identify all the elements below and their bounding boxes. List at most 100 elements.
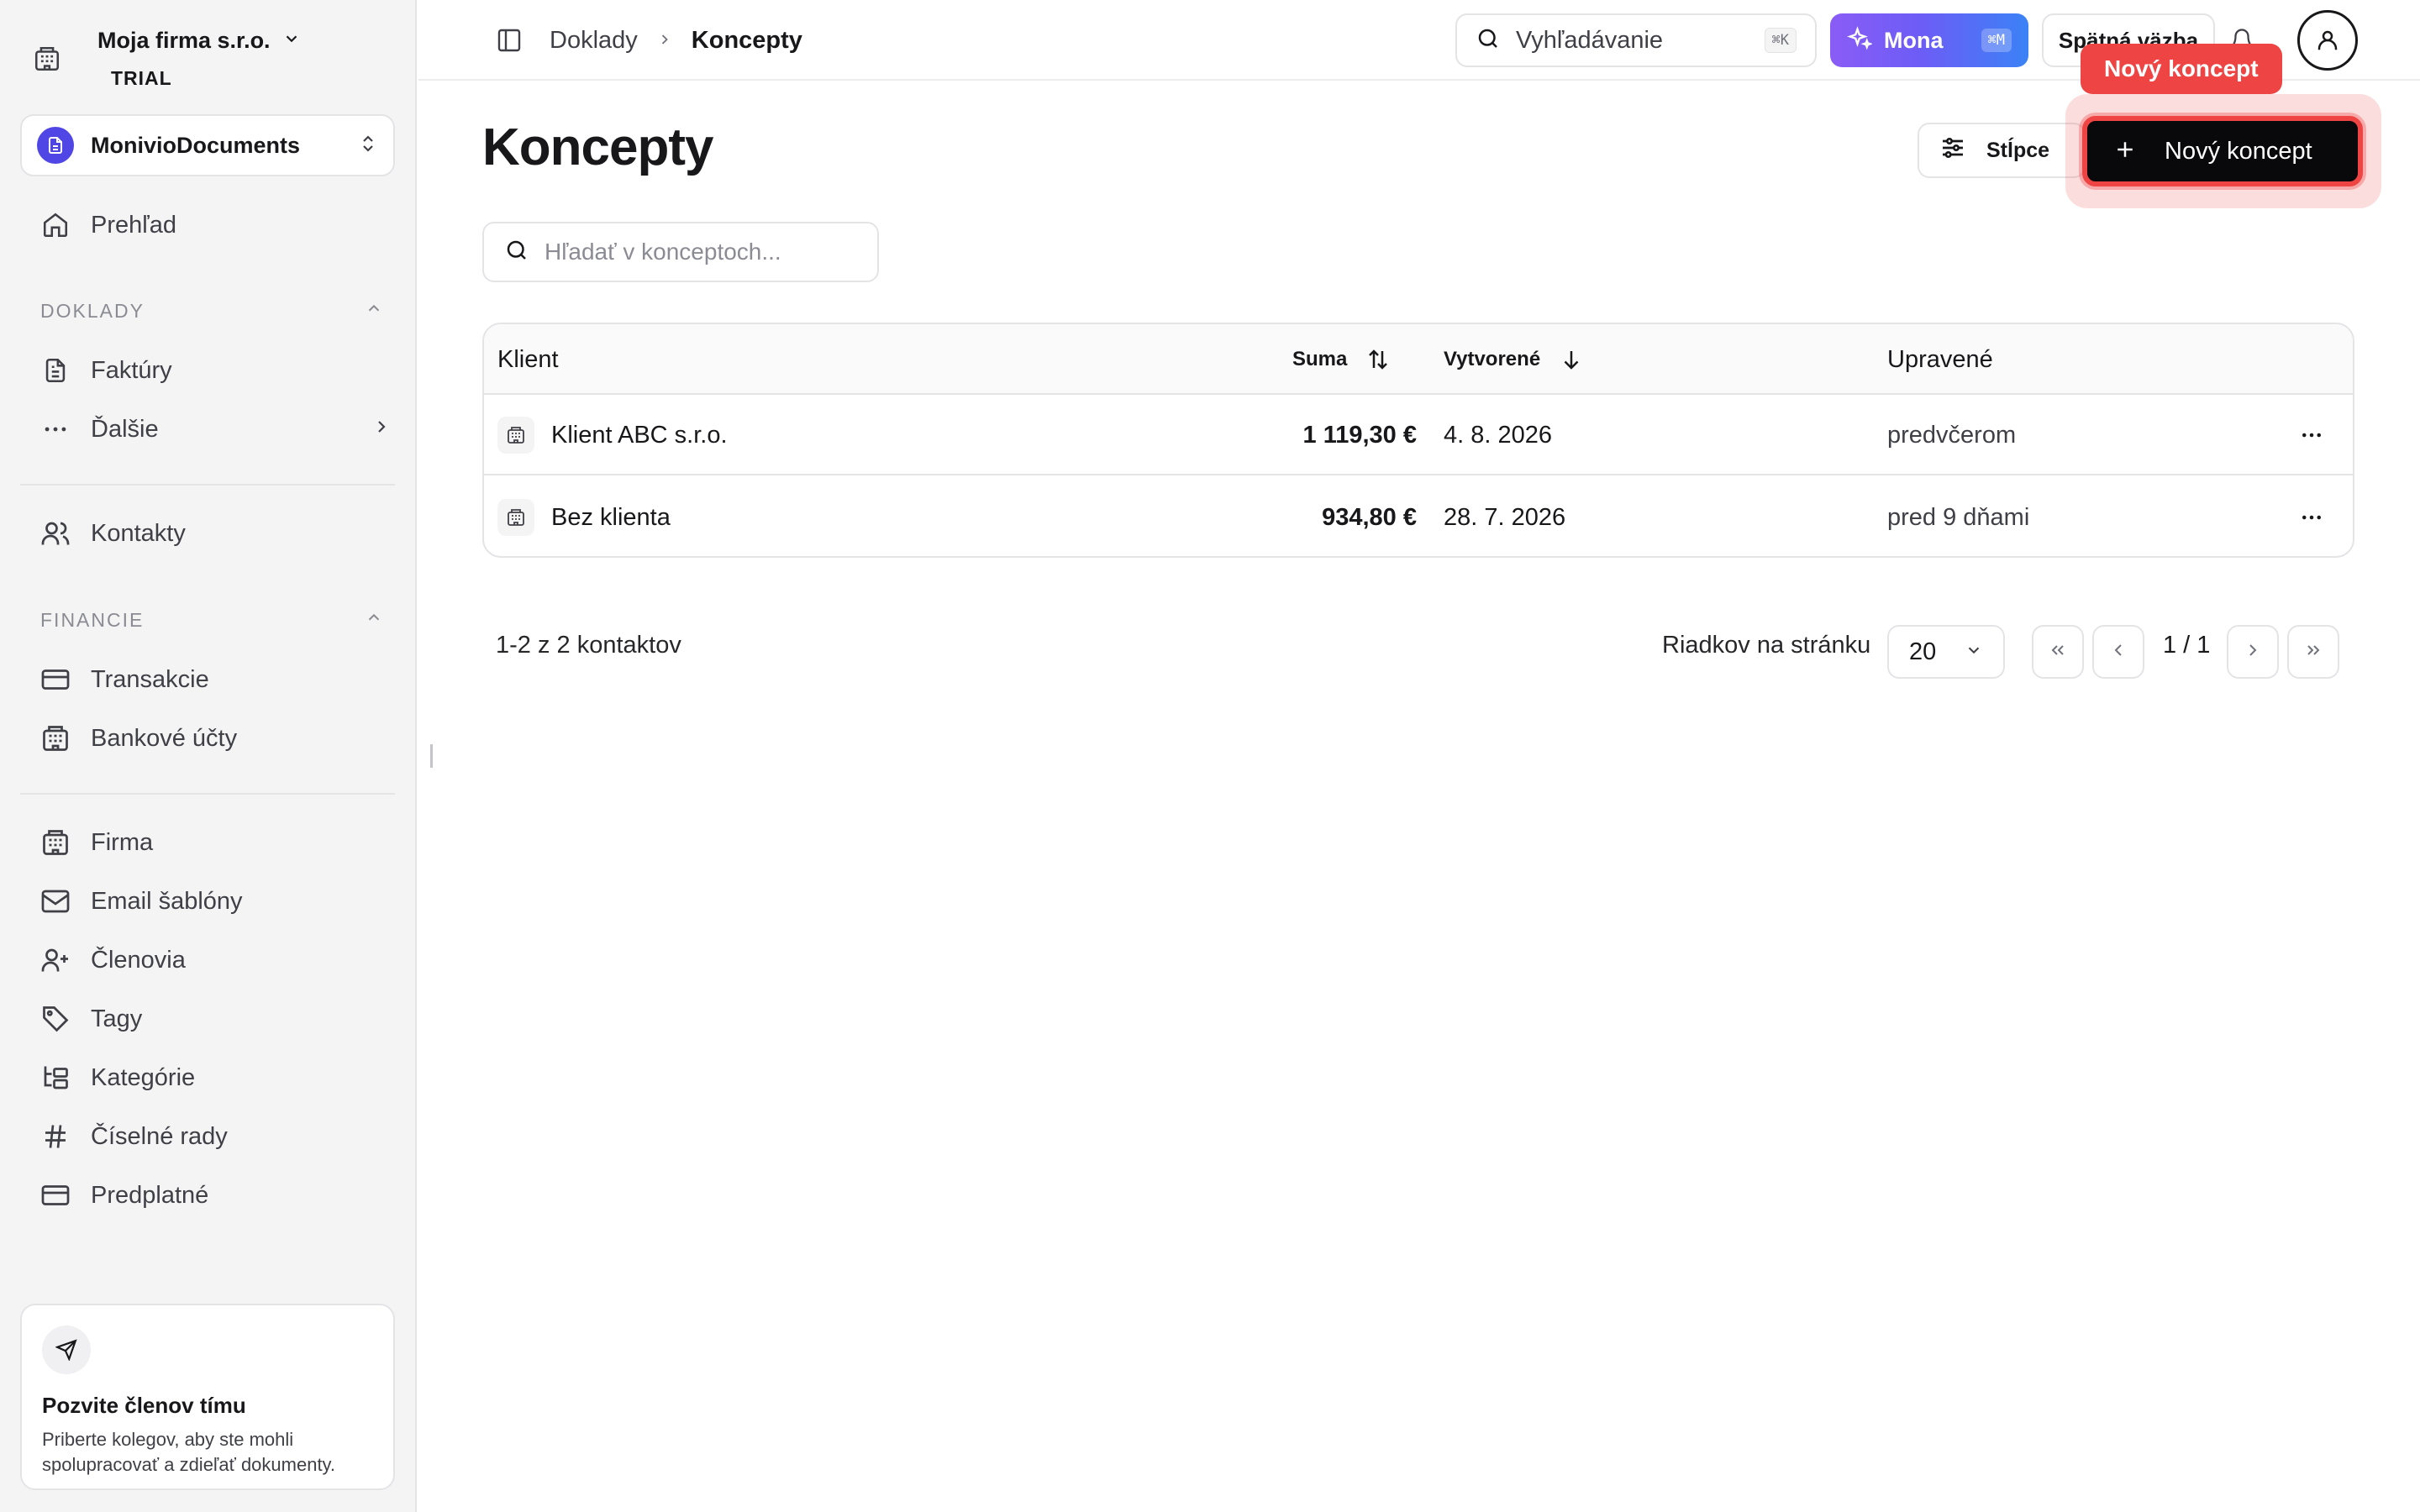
chevron-right-icon (2243, 640, 2263, 664)
ellipsis-icon (39, 412, 72, 446)
plan-badge: TRIAL (111, 67, 172, 89)
sidebar-item-invoices[interactable]: Faktúry (39, 347, 392, 394)
credit-card-icon (39, 1179, 72, 1212)
sidebar-item-overview[interactable]: Prehľad (39, 202, 392, 249)
drafts-search[interactable] (482, 222, 879, 282)
sidebar-item-more[interactable]: Ďalšie (39, 406, 392, 453)
company-switcher[interactable]: Moja firma s.r.o. TRIAL (20, 17, 390, 101)
chevron-right-icon (371, 416, 392, 444)
sidebar-item-subscription[interactable]: Predplatné (39, 1172, 392, 1219)
building-icon (497, 499, 534, 536)
sidebar-item-label: Firma (91, 828, 154, 856)
document-icon (37, 127, 74, 164)
created-cell: 28. 7. 2026 (1444, 503, 1566, 531)
sidebar-item-label: Kontakty (91, 519, 186, 547)
sidebar-item-label: Tagy (91, 1005, 143, 1032)
bank-icon (39, 722, 72, 755)
sidebar-toggle-icon[interactable] (492, 24, 526, 57)
global-search-label: Vyhľadávanie (1516, 26, 1664, 54)
sidebar-item-label: Bankové účty (91, 724, 238, 752)
search-shortcut: ⌘K (1764, 28, 1797, 53)
client-name: Bez klienta (551, 503, 671, 531)
credit-card-icon (39, 663, 72, 696)
file-text-icon (39, 354, 72, 387)
row-actions-icon[interactable] (2291, 395, 2333, 475)
sidebar-item-label: Predplatné (91, 1181, 209, 1209)
sidebar-item-email-templates[interactable]: Email šablóny (39, 878, 392, 925)
column-header-client[interactable]: Klient (497, 324, 559, 395)
hash-icon (39, 1120, 72, 1153)
sidebar-divider (20, 484, 395, 486)
first-page-button[interactable] (2032, 625, 2084, 679)
column-header-updated[interactable]: Upravené (1887, 324, 1993, 395)
search-icon (1476, 26, 1501, 55)
tag-icon (39, 1002, 72, 1036)
invite-title: Pozvite členov tímu (42, 1393, 246, 1418)
sort-both-icon (1365, 347, 1391, 372)
building-icon (20, 32, 74, 86)
column-header-amount-label: Suma (1292, 348, 1348, 370)
rows-per-page-value: 20 (1909, 638, 1937, 665)
sidebar-item-bank-accounts[interactable]: Bankové účty (39, 715, 392, 762)
sidebar-item-contacts[interactable]: Kontakty (39, 510, 392, 557)
search-icon (504, 238, 529, 267)
sidebar-item-members[interactable]: Členovia (39, 937, 392, 984)
building-icon (39, 826, 72, 859)
drafts-search-input[interactable] (544, 239, 847, 265)
previous-page-button[interactable] (2092, 625, 2144, 679)
sidebar-item-number-series[interactable]: Číselné rady (39, 1113, 392, 1160)
breadcrumb-item-documents[interactable]: Doklady (550, 27, 638, 55)
page-title: Koncepty (482, 118, 713, 176)
chevrons-up-down-icon (358, 134, 378, 158)
sidebar-item-label: Faktúry (91, 356, 172, 384)
sidebar-item-label: Číselné rady (91, 1122, 228, 1150)
row-actions-icon[interactable] (2291, 477, 2333, 556)
chevrons-left-icon (2048, 640, 2068, 664)
last-page-button[interactable] (2287, 625, 2339, 679)
mona-label: Mona (1884, 27, 1944, 53)
updated-cell: pred 9 dňami (1887, 503, 2030, 531)
section-finance[interactable]: FINANCIE (40, 603, 383, 637)
section-documents[interactable]: DOKLADY (40, 294, 383, 328)
page-indicator: 1 / 1 (2163, 632, 2211, 659)
chevron-down-icon (1965, 638, 1983, 666)
sidebar-item-tags[interactable]: Tagy (39, 995, 392, 1042)
sidebar-divider (20, 793, 395, 795)
sidebar-resize-handle[interactable] (430, 744, 433, 768)
sidebar-item-company[interactable]: Firma (39, 819, 392, 866)
table-row[interactable]: Klient ABC s.r.o. 1 119,30 € 4. 8. 2026 … (484, 395, 2353, 475)
user-avatar[interactable] (2297, 10, 2358, 71)
global-search[interactable]: Vyhľadávanie ⌘K (1455, 13, 1817, 67)
table-row[interactable]: Bez klienta 934,80 € 28. 7. 2026 pred 9 … (484, 477, 2353, 556)
rows-per-page-label: Riadkov na stránku (1662, 632, 1871, 659)
chevron-right-icon (656, 27, 673, 55)
column-header-amount[interactable]: Suma (1292, 324, 1391, 395)
columns-button[interactable]: Stĺpce (1918, 123, 2086, 178)
send-icon (42, 1326, 91, 1374)
breadcrumb-item-current: Koncepty (691, 26, 802, 54)
invite-card[interactable]: Pozvite členov tímu Priberte kolegov, ab… (20, 1304, 395, 1490)
next-page-button[interactable] (2227, 625, 2279, 679)
chevrons-right-icon (2303, 640, 2323, 664)
mona-ai-button[interactable]: Mona ⌘M (1830, 13, 2028, 67)
new-draft-label: Nový koncept (2165, 137, 2312, 165)
section-finance-label: FINANCIE (40, 608, 145, 631)
plus-icon (2112, 137, 2138, 166)
results-count: 1-2 z 2 kontaktov (496, 632, 681, 659)
sidebar-item-transactions[interactable]: Transakcie (39, 656, 392, 703)
home-icon (39, 208, 72, 242)
chevron-left-icon (2108, 640, 2128, 664)
rows-per-page-select[interactable]: 20 (1887, 625, 2005, 679)
sliders-icon (1939, 134, 1966, 167)
column-header-created[interactable]: Vytvorené (1444, 324, 1584, 395)
mail-icon (39, 885, 72, 918)
sidebar-item-label: Transakcie (91, 665, 209, 693)
app-switcher[interactable]: MonivioDocuments (20, 114, 395, 176)
sidebar-item-label: Kategórie (91, 1063, 196, 1091)
tooltip: Nový koncept (2081, 44, 2282, 94)
company-name: Moja firma s.r.o. (97, 28, 271, 53)
sidebar-item-categories[interactable]: Kategórie (39, 1054, 392, 1101)
new-draft-button[interactable]: Nový koncept (2082, 116, 2363, 186)
invite-description: Priberte kolegov, aby ste mohli spolupra… (42, 1429, 336, 1475)
user-plus-icon (39, 943, 72, 977)
